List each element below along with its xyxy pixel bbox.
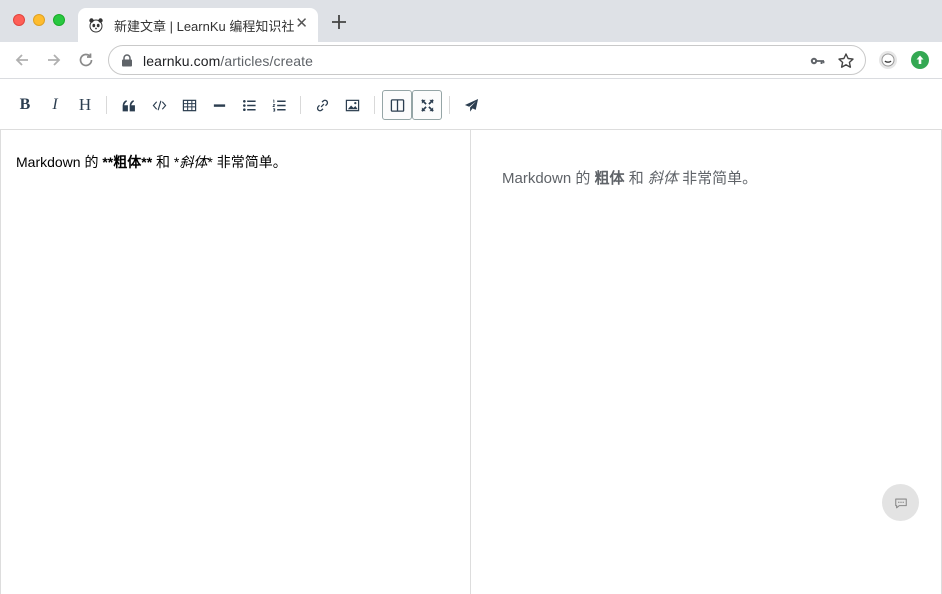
editor-text-segment: Markdown 的 <box>16 154 103 170</box>
browser-tab-strip: 新建文章 | LearnKu 编程知识社区 ✕ <box>0 0 942 42</box>
image-button[interactable] <box>338 91 366 119</box>
url-path: /articles/create <box>220 53 313 69</box>
preview-paragraph: Markdown 的 粗体 和 斜体 非常简单。 <box>502 167 757 188</box>
close-tab-icon[interactable]: ✕ <box>295 16 308 32</box>
markdown-editor[interactable]: Markdown 的 **粗体** 和 *斜体* 非常简单。 <box>0 130 471 594</box>
code-button[interactable] <box>145 91 173 119</box>
reload-icon[interactable] <box>77 51 95 69</box>
table-icon <box>182 99 196 111</box>
key-icon[interactable] <box>809 53 825 69</box>
extension-avatar-icon[interactable] <box>879 51 897 69</box>
toolbar-separator <box>300 96 301 114</box>
link-icon <box>316 99 328 111</box>
fullscreen-button[interactable] <box>412 90 442 120</box>
chat-button[interactable] <box>882 484 919 521</box>
preview-italic-text: 斜体 <box>647 170 678 187</box>
new-tab-icon[interactable] <box>330 13 348 31</box>
heading-button[interactable]: H <box>71 91 99 119</box>
back-icon[interactable] <box>13 51 31 69</box>
tab-title: 新建文章 | LearnKu 编程知识社区 <box>114 18 294 34</box>
code-icon <box>152 100 166 110</box>
ordered-list-icon <box>271 98 286 112</box>
extension-upload-icon[interactable] <box>911 51 929 69</box>
image-icon <box>345 99 359 111</box>
editor-toolbar: B I H <box>0 80 942 130</box>
horizontal-rule-button[interactable] <box>205 91 233 119</box>
editor-bold-markup: **粗体** <box>102 154 153 170</box>
address-bar[interactable]: learnku.com/articles/create <box>108 45 866 75</box>
bold-button[interactable]: B <box>11 91 39 119</box>
publish-button[interactable] <box>457 91 485 119</box>
columns-icon <box>390 98 404 112</box>
unordered-list-icon <box>242 99 256 111</box>
url-host: learnku.com <box>143 53 221 69</box>
editor-text-segment: 和 * <box>152 154 180 170</box>
preview-text-segment: 和 <box>624 170 648 187</box>
editor-italic-markup: 斜体 <box>179 154 208 170</box>
lock-icon <box>122 54 132 67</box>
panda-icon <box>89 18 103 33</box>
close-window-button[interactable] <box>13 14 25 26</box>
editor-line[interactable]: Markdown 的 **粗体** 和 *斜体* 非常简单。 <box>16 152 287 172</box>
maximize-window-button[interactable] <box>53 14 65 26</box>
browser-toolbar: learnku.com/articles/create <box>0 42 942 79</box>
quote-icon <box>122 99 135 111</box>
editor-text-segment: * 非常简单。 <box>207 154 287 170</box>
toolbar-separator <box>374 96 375 114</box>
preview-bold-text: 粗体 <box>594 170 625 187</box>
ordered-list-button[interactable] <box>265 91 293 119</box>
fullscreen-icon <box>420 98 434 112</box>
paper-plane-icon <box>464 98 478 112</box>
star-icon[interactable] <box>837 52 855 70</box>
link-button[interactable] <box>308 91 336 119</box>
url-text: learnku.com/articles/create <box>143 53 313 69</box>
side-by-side-button[interactable] <box>382 90 412 120</box>
unordered-list-button[interactable] <box>235 91 263 119</box>
toolbar-separator <box>106 96 107 114</box>
preview-text-segment: Markdown 的 <box>502 170 595 187</box>
forward-icon[interactable] <box>45 51 63 69</box>
quote-button[interactable] <box>115 91 143 119</box>
toolbar-separator <box>449 96 450 114</box>
horizontal-rule-icon <box>213 103 225 107</box>
italic-button[interactable]: I <box>41 91 69 119</box>
minimize-window-button[interactable] <box>33 14 45 26</box>
markdown-preview: Markdown 的 粗体 和 斜体 非常简单。 <box>471 130 942 594</box>
chat-bubble-icon <box>894 498 907 508</box>
preview-text-segment: 非常简单。 <box>677 170 758 187</box>
table-button[interactable] <box>175 91 203 119</box>
browser-tab-active[interactable]: 新建文章 | LearnKu 编程知识社区 ✕ <box>78 8 318 42</box>
